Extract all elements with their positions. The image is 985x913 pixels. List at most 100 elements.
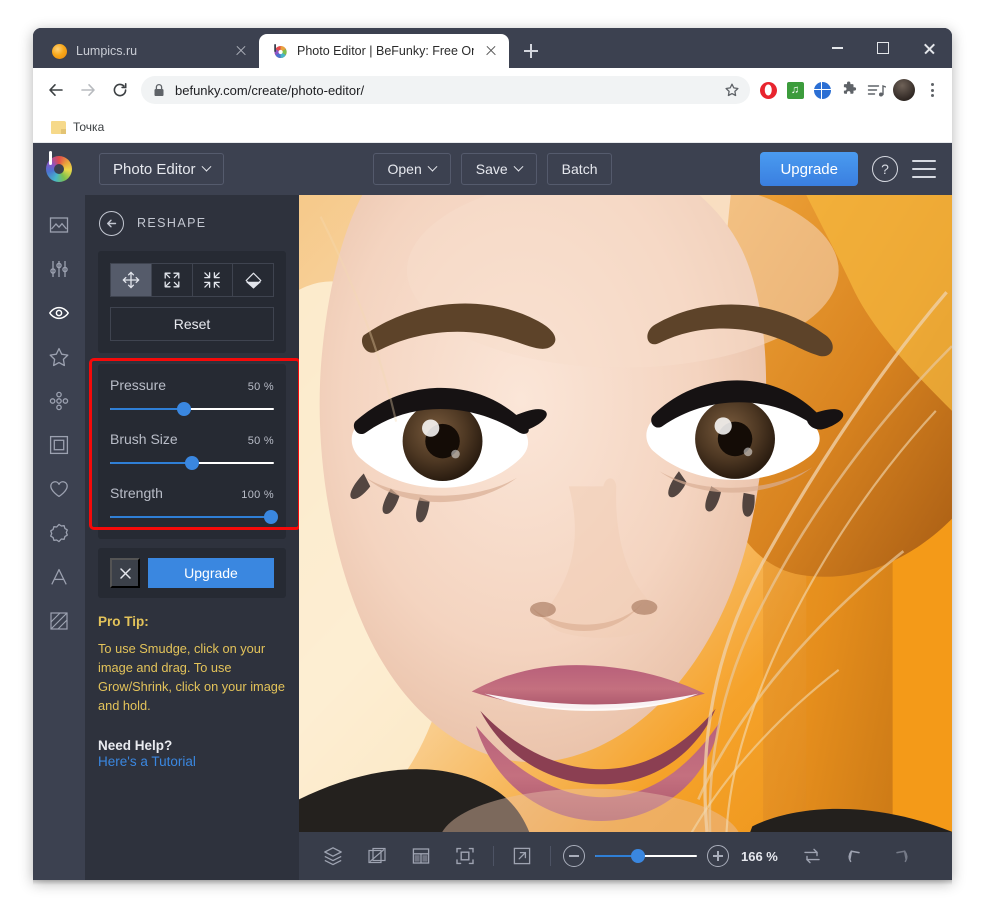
brush-size-slider-thumb[interactable] xyxy=(185,456,199,470)
divider xyxy=(550,846,551,866)
back-arrow-icon[interactable] xyxy=(41,75,71,105)
pressure-slider-block: Pressure 50 % xyxy=(110,377,274,416)
window-controls xyxy=(814,28,952,68)
upgrade-button[interactable]: Upgrade xyxy=(760,152,858,186)
sidebar-item-texture-icon[interactable] xyxy=(33,599,85,643)
save-label: Save xyxy=(476,161,508,177)
need-help-title: Need Help? xyxy=(98,738,286,753)
zoom-controls: 166 % xyxy=(563,845,778,867)
zoom-slider[interactable] xyxy=(595,849,697,863)
playlist-music-icon[interactable] xyxy=(866,80,886,100)
avatar[interactable] xyxy=(893,79,915,101)
open-button[interactable]: Open xyxy=(373,153,451,185)
app-toolbar: Photo Editor Open Save Batch Upgrade ? xyxy=(33,143,952,195)
folder-icon xyxy=(51,121,66,134)
panel-upgrade-button[interactable]: Upgrade xyxy=(148,558,274,588)
bookmark-star-icon[interactable] xyxy=(724,82,740,98)
bookmarks-bar: Точка xyxy=(33,112,952,143)
chevron-down-icon xyxy=(427,161,437,171)
three-dot-menu-icon[interactable] xyxy=(922,80,942,100)
save-button[interactable]: Save xyxy=(461,153,537,185)
fullscreen-icon[interactable] xyxy=(500,832,544,880)
strength-slider-block: Strength 100 % xyxy=(110,485,274,524)
strength-value: 100 % xyxy=(241,489,274,501)
smudge-tool-button[interactable] xyxy=(110,263,152,297)
pressure-label: Pressure xyxy=(110,377,166,393)
pressure-slider-thumb[interactable] xyxy=(177,402,191,416)
fit-to-screen-icon[interactable] xyxy=(443,832,487,880)
undo-icon[interactable] xyxy=(834,832,878,880)
browser-tab-lumpics[interactable]: Lumpics.ru xyxy=(39,34,259,68)
address-bar[interactable]: befunky.com/create/photo-editor/ xyxy=(141,76,750,104)
sidebar-item-heart-overlay-icon[interactable] xyxy=(33,467,85,511)
close-icon[interactable] xyxy=(233,43,249,59)
hamburger-menu-icon[interactable] xyxy=(912,160,936,178)
minimize-icon[interactable] xyxy=(814,28,860,68)
reshape-tools-card: Reset xyxy=(98,251,286,353)
sidebar-item-image-icon[interactable] xyxy=(33,203,85,247)
plus-icon[interactable] xyxy=(707,845,729,867)
shrink-tool-button[interactable] xyxy=(193,263,234,297)
tab-strip: Lumpics.ru Photo Editor | BeFunky: Free … xyxy=(33,28,952,68)
zoom-slider-thumb[interactable] xyxy=(631,849,645,863)
bookmark-label: Точка xyxy=(73,120,104,134)
reload-icon[interactable] xyxy=(105,75,135,105)
redo-icon[interactable] xyxy=(878,832,922,880)
account-actions-group: Upgrade ? xyxy=(760,152,936,186)
lock-icon xyxy=(153,83,165,97)
music-note-icon[interactable]: ♫ xyxy=(785,80,805,100)
sidebar-item-eye-retouch-icon[interactable] xyxy=(33,291,85,335)
swap-arrows-icon[interactable] xyxy=(790,832,834,880)
pro-tip-body: To use Smudge, click on your image and d… xyxy=(98,640,286,716)
file-actions-group: Open Save Batch xyxy=(373,153,613,185)
grow-tool-button[interactable] xyxy=(152,263,193,297)
tab-title: Photo Editor | BeFunky: Free Onli xyxy=(297,44,474,58)
bookmark-item[interactable]: Точка xyxy=(45,117,110,137)
sidebar-item-text-icon[interactable] xyxy=(33,555,85,599)
back-arrow-circle-icon[interactable] xyxy=(99,211,124,236)
tutorial-link[interactable]: Here's a Tutorial xyxy=(98,754,196,769)
befunky-logo[interactable] xyxy=(33,143,85,195)
help-icon[interactable]: ? xyxy=(872,156,898,182)
brush-size-slider[interactable] xyxy=(110,456,274,470)
befunky-app: Photo Editor Open Save Batch Upgrade ? xyxy=(33,143,952,880)
sidebar-item-frame-icon[interactable] xyxy=(33,423,85,467)
strength-slider-thumb[interactable] xyxy=(264,510,278,524)
edited-photo[interactable] xyxy=(299,195,952,832)
browser-tab-befunky[interactable]: Photo Editor | BeFunky: Free Onli xyxy=(259,34,509,68)
new-tab-button[interactable] xyxy=(517,37,545,65)
sidebar-item-star-effects-icon[interactable] xyxy=(33,335,85,379)
minus-icon[interactable] xyxy=(563,845,585,867)
sliders-section: Pressure 50 % Brush Size xyxy=(98,364,286,539)
flip-tool-button[interactable] xyxy=(233,263,274,297)
reset-button[interactable]: Reset xyxy=(110,307,274,341)
chevron-down-icon xyxy=(201,161,211,171)
tool-rail xyxy=(33,195,85,880)
cancel-button[interactable] xyxy=(110,558,140,588)
compare-split-icon[interactable] xyxy=(399,832,443,880)
photo-stage[interactable] xyxy=(299,195,952,832)
layers-icon[interactable] xyxy=(311,832,355,880)
batch-button[interactable]: Batch xyxy=(547,153,613,185)
befunky-color-wheel-icon xyxy=(272,43,288,59)
globe-icon[interactable] xyxy=(812,80,832,100)
crop-transform-icon[interactable] xyxy=(355,832,399,880)
mode-selector-photo-editor[interactable]: Photo Editor xyxy=(99,153,224,185)
sidebar-item-artsy-dots-icon[interactable] xyxy=(33,379,85,423)
brush-size-label: Brush Size xyxy=(110,431,178,447)
panel-actions-card: Upgrade xyxy=(98,548,286,598)
maximize-icon[interactable] xyxy=(860,28,906,68)
sidebar-item-badge-graphic-icon[interactable] xyxy=(33,511,85,555)
divider xyxy=(493,846,494,866)
strength-slider[interactable] xyxy=(110,510,274,524)
puzzle-extensions-icon[interactable] xyxy=(839,80,859,100)
close-icon[interactable] xyxy=(906,28,952,68)
close-icon[interactable] xyxy=(483,43,499,59)
browser-window: Lumpics.ru Photo Editor | BeFunky: Free … xyxy=(33,28,952,880)
opera-icon[interactable] xyxy=(758,80,778,100)
url-text: befunky.com/create/photo-editor/ xyxy=(175,83,714,98)
pressure-slider[interactable] xyxy=(110,402,274,416)
window-shadow xyxy=(33,880,952,885)
canvas-bottom-toolbar: 166 % xyxy=(299,832,952,880)
sidebar-item-sliders-icon[interactable] xyxy=(33,247,85,291)
